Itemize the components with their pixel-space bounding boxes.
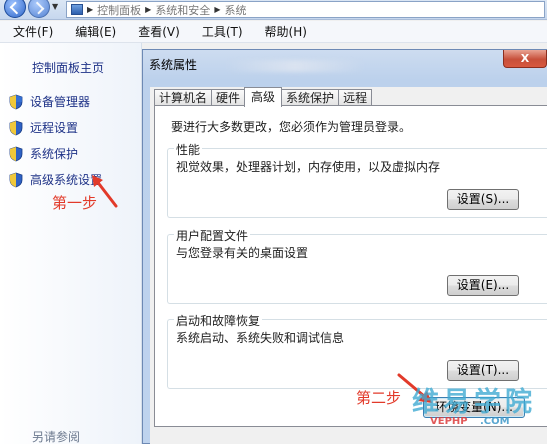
group-description: 视觉效果，处理器计划，内存使用，以及虚拟内存: [176, 160, 441, 174]
device-manager-link[interactable]: 设备管理器: [8, 93, 90, 110]
shield-icon: [9, 94, 23, 109]
group-title: 性能: [174, 141, 203, 158]
chevron-right-icon: ▶: [214, 5, 221, 14]
shield-icon: [9, 120, 23, 135]
performance-group: 性能 视觉效果，处理器计划，内存使用，以及虚拟内存 设置(S)...: [167, 141, 547, 218]
remote-settings-link[interactable]: 远程设置: [8, 119, 78, 136]
address-toolbar: ▼ ▶ 控制面板 ▶ 系统和安全 ▶ 系统: [0, 0, 547, 20]
breadcrumb-item[interactable]: 系统: [224, 2, 246, 17]
group-description: 系统启动、系统失败和调试信息: [176, 331, 345, 345]
side-link-label: 系统保护: [30, 147, 79, 161]
chevron-right-icon: ▶: [87, 5, 94, 14]
site-watermark: 维易学院 VEPHP .COM: [412, 380, 547, 444]
tab-strip: 计算机名 硬件 高级 系统保护 远程: [154, 87, 373, 107]
watermark-sub-b: .COM: [480, 416, 510, 427]
menu-bar: 文件(F) 编辑(E) 查看(V) 工具(T) 帮助(H): [0, 21, 547, 43]
system-protection-link[interactable]: 系统保护: [8, 145, 78, 162]
side-link-label: 设备管理器: [30, 95, 91, 109]
menu-edit[interactable]: 编辑(E): [64, 23, 127, 40]
control-panel-home-link[interactable]: 控制面板主页: [32, 59, 104, 76]
step2-annotation: 第二步: [356, 389, 402, 407]
menu-help[interactable]: 帮助(H): [254, 23, 318, 40]
back-button[interactable]: [4, 0, 26, 18]
group-title: 用户配置文件: [174, 227, 251, 244]
menu-view[interactable]: 查看(V): [127, 23, 191, 40]
menu-tools[interactable]: 工具(T): [191, 23, 254, 40]
watermark-sub-a: VEPHP: [430, 416, 468, 427]
group-title: 启动和故障恢复: [174, 312, 263, 329]
blurred-title-region: [225, 60, 365, 72]
performance-settings-button[interactable]: 设置(S)...: [447, 189, 519, 210]
tab-computer-name[interactable]: 计算机名: [154, 89, 213, 106]
control-panel-icon: [71, 4, 83, 15]
history-dropdown-icon[interactable]: ▼: [52, 2, 58, 11]
menu-file[interactable]: 文件(F): [0, 23, 64, 40]
left-navigation-pane: 控制面板主页 设备管理器 远程设置 系统保护 高级系统设置 另请参阅: [0, 43, 142, 444]
close-button[interactable]: X: [503, 50, 547, 68]
chevron-right-icon: ▶: [145, 5, 152, 14]
user-profiles-settings-button[interactable]: 设置(E)...: [447, 275, 519, 296]
advanced-tab-panel: 要进行大多数更改，您必须作为管理员登录。 性能 视觉效果，处理器计划，内存使用，…: [154, 105, 547, 427]
shield-icon: [9, 172, 23, 187]
tab-remote[interactable]: 远程: [338, 89, 373, 106]
watermark-main-text: 维易学院: [412, 387, 536, 418]
startup-recovery-settings-button[interactable]: 设置(T)...: [447, 360, 519, 381]
tab-system-protection[interactable]: 系统保护: [281, 89, 340, 106]
forward-button[interactable]: [28, 0, 50, 18]
group-description: 与您登录有关的桌面设置: [176, 246, 309, 260]
admin-note: 要进行大多数更改，您必须作为管理员登录。: [171, 120, 412, 134]
breadcrumb-item[interactable]: 系统和安全: [155, 2, 210, 17]
tab-advanced[interactable]: 高级: [244, 87, 283, 107]
shield-icon: [9, 146, 23, 161]
side-link-label: 远程设置: [30, 121, 79, 135]
dialog-title: 系统属性: [149, 58, 198, 72]
address-field[interactable]: ▶ 控制面板 ▶ 系统和安全 ▶ 系统: [66, 1, 545, 18]
see-also-heading: 另请参阅: [32, 430, 81, 444]
user-profiles-group: 用户配置文件 与您登录有关的桌面设置 设置(E)...: [167, 227, 547, 304]
breadcrumb-item[interactable]: 控制面板: [97, 2, 141, 17]
step1-annotation: 第一步: [52, 194, 98, 212]
tab-hardware[interactable]: 硬件: [211, 89, 246, 106]
startup-recovery-group: 启动和故障恢复 系统启动、系统失败和调试信息 设置(T)...: [167, 312, 547, 389]
